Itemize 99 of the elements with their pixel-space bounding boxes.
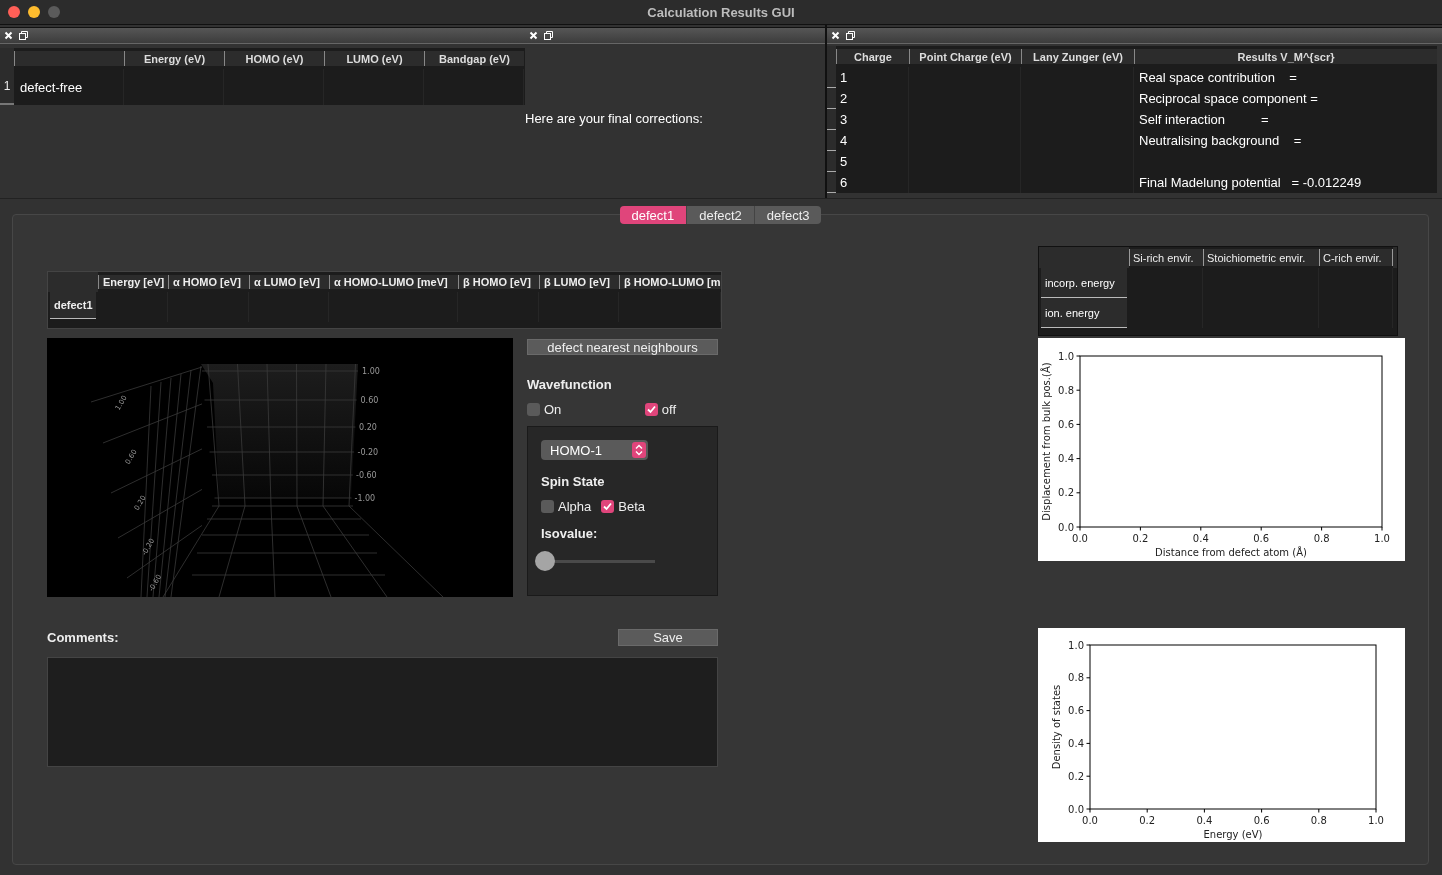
stepper-icon	[632, 442, 646, 458]
column-header[interactable]: Bandgap (eV)	[424, 51, 524, 66]
row-header[interactable]: incorp. energy	[1041, 268, 1127, 298]
column-header[interactable]: Point Charge (eV)	[909, 49, 1021, 64]
axis-title: Density of states	[1051, 684, 1062, 770]
axis-tick-label: 0.0	[1082, 815, 1098, 826]
column-header[interactable]: Charge	[836, 49, 909, 64]
axis-tick-label: 0.2	[1139, 815, 1156, 826]
orbital-dropdown[interactable]: HOMO-1	[541, 440, 648, 460]
float-icon[interactable]	[544, 31, 553, 40]
axis-tick-label: 0.6	[1253, 533, 1270, 544]
checkbox-label: off	[661, 402, 676, 417]
close-icon[interactable]	[831, 31, 840, 40]
save-button[interactable]: Save	[618, 629, 718, 646]
axis-tick-label: 0.0	[1058, 521, 1074, 533]
column-header[interactable]: Si-rich envir.	[1129, 249, 1203, 266]
neighbours-button[interactable]: defect nearest neighbours	[527, 339, 718, 355]
tab[interactable]: defect3	[754, 206, 822, 224]
axis-title: Distance from defect atom (Å)	[1155, 547, 1307, 558]
row-header[interactable]	[827, 172, 836, 193]
row-header[interactable]: ion. energy	[1041, 298, 1127, 328]
checkbox-label: Beta	[618, 499, 645, 514]
axis-tick-label: 0.2	[1132, 533, 1149, 544]
column-header[interactable]: β HOMO [eV]	[458, 275, 539, 289]
table-cell-text: Self interaction =	[1138, 111, 1270, 129]
column-header[interactable]: β HOMO-LUMO [m	[619, 275, 721, 289]
column-header[interactable]: α LUMO [eV]	[249, 275, 329, 289]
axis-tick-label: 1.0	[1058, 350, 1074, 362]
column-header[interactable]: C-rich envir.	[1319, 249, 1393, 266]
comments-label: Comments:	[47, 629, 119, 645]
axis-tick-label: 1.0	[1068, 639, 1084, 651]
section-label: Wavefunction	[527, 377, 613, 393]
column-header[interactable]: α HOMO [eV]	[168, 275, 249, 289]
table-cell: 5	[836, 151, 909, 172]
float-icon[interactable]	[19, 31, 28, 40]
axis-tick-label: 1.0	[1368, 815, 1384, 826]
table-cell: 4	[836, 130, 909, 151]
row-header[interactable]	[827, 109, 836, 130]
close-window-icon[interactable]	[8, 6, 20, 18]
axis-tick-label: 0.4	[1068, 737, 1084, 749]
row-header[interactable]	[827, 151, 836, 172]
corrections-label: Here are your final corrections:	[525, 111, 703, 127]
slider-label: Isovalue:	[541, 526, 599, 541]
row-header[interactable]	[827, 67, 836, 88]
table-cell-text: Final Madelung potential = -0.012249	[1138, 174, 1363, 192]
axis-tick-label: 0.0	[1068, 803, 1084, 815]
row-header[interactable]	[827, 88, 836, 109]
axis-tick-label: 0.2	[1058, 487, 1074, 499]
table-cell-text: Reciprocal space component =	[1138, 90, 1319, 108]
column-header[interactable]: Lany Zunger (eV)	[1021, 49, 1134, 64]
close-icon[interactable]	[4, 31, 13, 40]
axis-tick-label: 0.4	[1196, 815, 1213, 826]
checkbox-label: Alpha	[558, 499, 592, 514]
column-header[interactable]: Stoichiometric envir.	[1203, 249, 1319, 266]
column-header[interactable]: Energy [eV]	[98, 275, 168, 289]
table-cell-text: Real space contribution =	[1138, 69, 1298, 87]
table-cell: 3	[836, 109, 909, 130]
column-header[interactable]: Results V_M^{scr}	[1134, 49, 1437, 64]
checkbox[interactable]	[644, 403, 658, 416]
axis-tick-label: 0.6	[1253, 815, 1270, 826]
row-number: 1	[0, 69, 14, 105]
axis-tick-label: 0.8	[1068, 672, 1084, 684]
axis-tick-label: 0.8	[1313, 533, 1330, 544]
tab[interactable]: defect2	[687, 206, 755, 224]
axis-tick-label: 0.6	[1058, 418, 1074, 430]
row-header[interactable]	[827, 130, 836, 151]
column-header[interactable]: β LUMO [eV]	[539, 275, 619, 289]
axis-tick-label: 0.4	[1058, 453, 1074, 465]
table-cell: 2	[836, 88, 909, 109]
table-cell: 1	[836, 67, 909, 88]
column-header[interactable]: Energy (eV)	[124, 51, 224, 66]
slider-thumb[interactable]	[535, 551, 555, 571]
checkbox[interactable]	[541, 500, 554, 513]
axis-tick-label: 1.0	[1374, 533, 1390, 544]
axis-tick-label: 0.4	[1192, 533, 1209, 544]
axis-tick-label: 0.8	[1310, 815, 1327, 826]
axis-title: Displacement from bulk pos.(Å)	[1041, 362, 1052, 521]
axis-tick-label: 0.2	[1068, 770, 1084, 782]
close-icon[interactable]	[529, 31, 538, 40]
axis-tick-label: 0.0	[1072, 533, 1088, 544]
table-cell: 6	[836, 172, 909, 193]
table-cell: defect-free	[14, 69, 124, 105]
row-header[interactable]: defect1	[50, 292, 96, 319]
float-icon[interactable]	[846, 31, 855, 40]
column-header[interactable]: LUMO (eV)	[324, 51, 424, 66]
comments-field[interactable]	[47, 657, 718, 767]
checkbox[interactable]	[527, 403, 540, 416]
minimize-window-icon[interactable]	[28, 6, 40, 18]
axis-tick-label: 0.8	[1058, 384, 1074, 396]
column-header[interactable]: HOMO (eV)	[224, 51, 324, 66]
tab[interactable]: defect1	[619, 206, 688, 224]
section-label: Spin State	[541, 474, 606, 489]
axis-title: Energy (eV)	[1203, 829, 1263, 840]
window-title: Calculation Results GUI	[647, 4, 795, 20]
checkbox-label: On	[544, 402, 562, 417]
table-cell-text: Neutralising background =	[1138, 132, 1303, 150]
axis-tick-label: 0.6	[1068, 705, 1084, 717]
column-header[interactable]: α HOMO-LUMO [meV]	[329, 275, 458, 289]
checkbox[interactable]	[601, 500, 615, 513]
